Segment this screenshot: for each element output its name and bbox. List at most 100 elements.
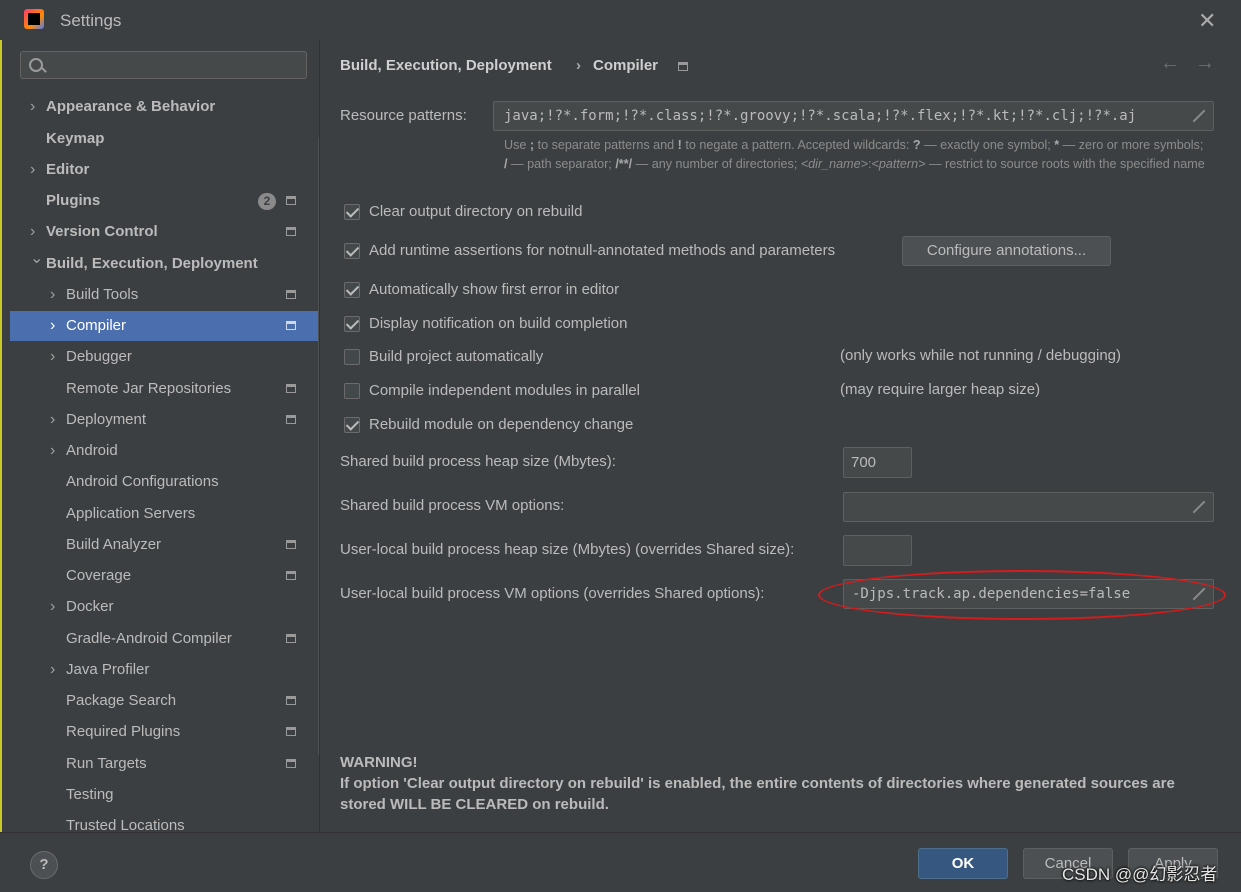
sidebar-item[interactable]: Application Servers [10, 499, 319, 529]
sidebar-item-label: Editor [46, 161, 90, 178]
checkbox[interactable] [344, 204, 360, 220]
watermark-text: CSDN @@幻影忍者 [1062, 865, 1218, 884]
search-icon [29, 58, 43, 72]
chevron-right-icon[interactable]: › [50, 592, 55, 622]
sidebar-item-label: Gradle-Android Compiler [66, 630, 232, 647]
sidebar-item-label: Remote Jar Repositories [66, 380, 232, 397]
warning-title: WARNING! [340, 754, 418, 771]
chevron-right-icon[interactable]: › [50, 280, 55, 310]
sidebar-item[interactable]: Remote Jar Repositories [10, 374, 319, 404]
sidebar-item[interactable]: Testing [10, 780, 319, 810]
sidebar-item-label: Version Control [46, 223, 158, 240]
sidebar-item[interactable]: Build Analyzer [10, 530, 319, 560]
user-heap-field[interactable] [843, 535, 912, 566]
checkbox[interactable] [344, 282, 360, 298]
sidebar-item[interactable]: › Version Control [10, 217, 319, 247]
sidebar-item-label: Coverage [66, 567, 132, 584]
chevron-right-icon[interactable]: › [50, 342, 55, 372]
user-vm-field[interactable]: -Djps.track.ap.dependencies=false [843, 579, 1214, 609]
chevron-right-icon[interactable]: › [50, 655, 55, 685]
sidebar-item[interactable]: Gradle-Android Compiler [10, 624, 319, 654]
help-button[interactable]: ? [30, 851, 58, 879]
back-arrow-icon[interactable]: ← [1160, 52, 1180, 75]
shared-heap-value: 700 [851, 454, 877, 471]
option-label: Automatically show first error in editor [369, 281, 620, 298]
sidebar-item[interactable]: › Android [10, 436, 319, 466]
sidebar-item-label: Testing [66, 786, 114, 803]
resource-patterns-hint: Use ; to separate patterns and ! to nega… [504, 138, 1205, 171]
chevron-right-icon[interactable]: › [30, 155, 35, 185]
sidebar-item-label: Docker [66, 598, 114, 615]
settings-sidebar: › Appearance & Behavior Keymap › Editor Plugi… [10, 40, 319, 832]
forward-arrow-icon[interactable]: → [1195, 52, 1215, 75]
resource-patterns-value: java;!?*.form;!?*.class;!?*.groovy;!?*.s… [504, 108, 1137, 124]
breadcrumb-current: Compiler [593, 57, 659, 74]
checkbox[interactable] [344, 383, 360, 399]
sidebar-item[interactable]: › Compiler [10, 311, 319, 341]
sidebar-item[interactable]: › Java Profiler [10, 655, 319, 685]
sidebar-item[interactable]: › Deployment [10, 405, 319, 435]
sidebar-item[interactable]: › Appearance & Behavior [10, 92, 319, 122]
chevron-right-icon[interactable]: › [30, 92, 35, 122]
expand-icon[interactable] [1193, 110, 1205, 122]
expand-icon[interactable] [1193, 588, 1205, 600]
sidebar-item-label: Build Tools [66, 286, 139, 303]
sidebar-item[interactable]: › Debugger [10, 342, 319, 372]
checkbox[interactable] [344, 417, 360, 433]
sidebar-item[interactable]: Trusted Locations [10, 811, 319, 832]
android-studio-logo-icon [24, 9, 44, 29]
project-scope-icon [286, 696, 296, 705]
sidebar-item[interactable]: › Editor [10, 155, 319, 185]
sidebar-item-label: Android [66, 442, 118, 459]
project-scope-icon [678, 62, 688, 71]
shared-vm-field[interactable] [843, 492, 1214, 522]
sidebar-item[interactable]: Plugins 2 [10, 186, 319, 216]
project-scope-icon [286, 634, 296, 643]
chevron-right-icon[interactable]: › [50, 405, 55, 435]
project-scope-icon [286, 727, 296, 736]
breadcrumb-separator: › [576, 57, 581, 74]
sidebar-item-label: Java Profiler [66, 661, 150, 678]
shared-heap-field[interactable]: 700 [843, 447, 912, 478]
sidebar-item-label: Trusted Locations [66, 817, 185, 832]
sidebar-item[interactable]: Package Search [10, 686, 319, 716]
sidebar-item-label: Keymap [46, 130, 105, 147]
sidebar-item[interactable]: ⌄ Build, Execution, Deployment [10, 249, 319, 279]
sidebar-item[interactable]: › Build Tools [10, 280, 319, 310]
sidebar-item[interactable]: Coverage [10, 561, 319, 591]
user-vm-value: -Djps.track.ap.dependencies=false [852, 586, 1131, 602]
chevron-right-icon[interactable]: › [30, 217, 35, 247]
close-icon[interactable]: ✕ [1198, 8, 1216, 34]
sidebar-item[interactable]: Keymap [10, 124, 319, 154]
sidebar-item-label: Deployment [66, 411, 147, 428]
warning-block: WARNING! If option 'Clear output directo… [340, 752, 1220, 815]
title-bar: Settings ✕ [0, 0, 1241, 40]
option-label: Clear output directory on rebuild [369, 203, 583, 220]
checkbox[interactable] [344, 349, 360, 365]
chevron-right-icon[interactable]: › [50, 436, 55, 466]
chevron-down-icon[interactable]: ⌄ [30, 244, 43, 274]
resource-patterns-field[interactable]: java;!?*.form;!?*.class;!?*.groovy;!?*.s… [493, 101, 1214, 131]
expand-icon[interactable] [1193, 501, 1205, 513]
sidebar-item[interactable]: Required Plugins [10, 717, 319, 747]
project-scope-icon [286, 384, 296, 393]
breadcrumb-parent[interactable]: Build, Execution, Deployment [340, 57, 552, 74]
checkbox[interactable] [344, 316, 360, 332]
sidebar-item-label: Required Plugins [66, 723, 181, 740]
checkbox[interactable] [344, 243, 360, 259]
project-scope-icon [286, 321, 296, 330]
ok-button[interactable]: OK [918, 848, 1008, 879]
sidebar-item[interactable]: › Docker [10, 592, 319, 622]
chevron-right-icon[interactable]: › [50, 311, 55, 341]
panel-divider[interactable] [319, 40, 320, 832]
sidebar-item[interactable]: Run Targets [10, 749, 319, 779]
project-scope-icon [286, 571, 296, 580]
project-scope-icon [286, 540, 296, 549]
search-box[interactable] [20, 51, 307, 79]
configure-annotations-button[interactable]: Configure annotations... [902, 236, 1111, 266]
sidebar-item[interactable]: Android Configurations [10, 467, 319, 497]
project-scope-icon [286, 290, 296, 299]
user-vm-label: User-local build process VM options (ove… [340, 585, 765, 602]
warning-text: If option 'Clear output directory on reb… [340, 775, 1175, 813]
search-input[interactable] [51, 55, 305, 77]
